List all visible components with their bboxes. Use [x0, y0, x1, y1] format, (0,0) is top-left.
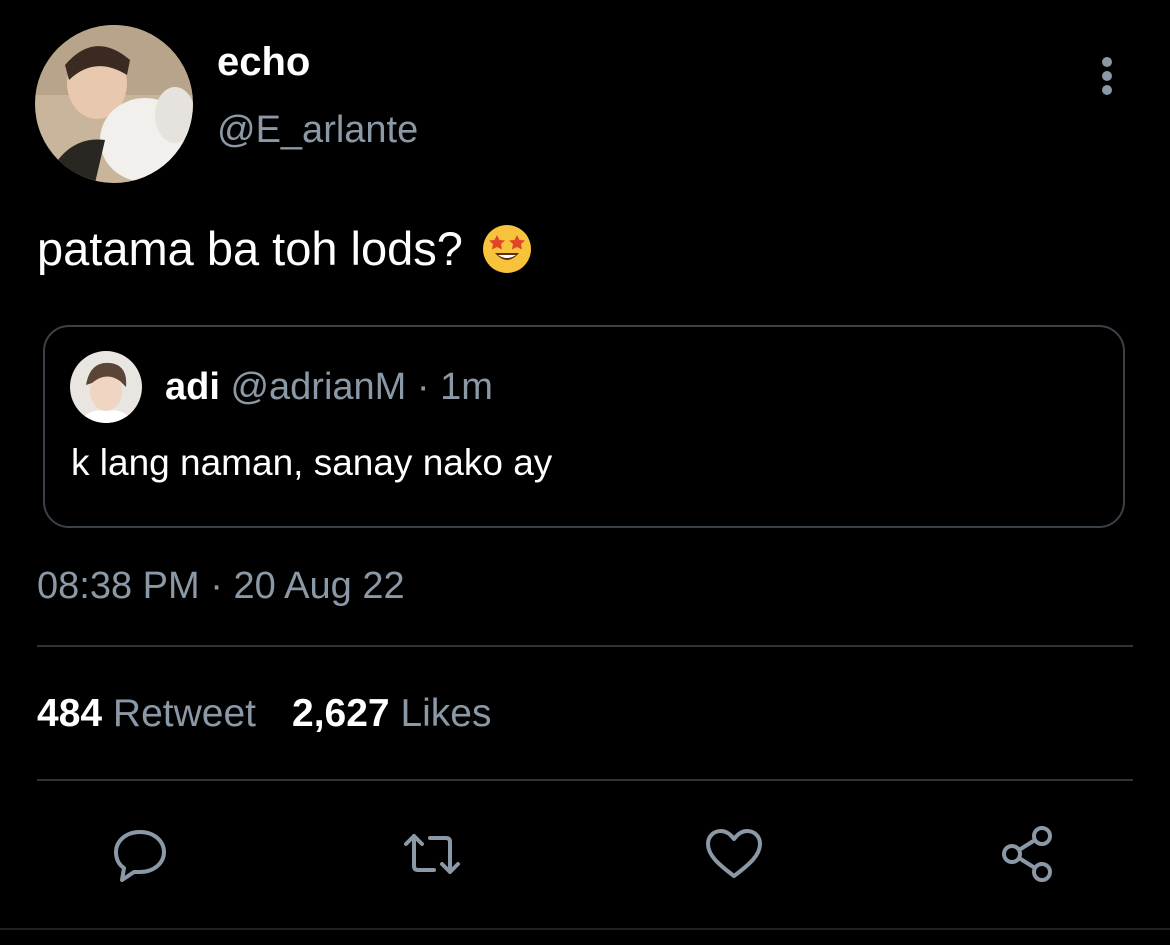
- reply-icon: [114, 830, 166, 882]
- quote-handle[interactable]: @adrianM: [230, 366, 406, 408]
- quote-avatar-image: [70, 351, 142, 423]
- heart-icon: [706, 829, 762, 878]
- timestamp-separator: ·: [210, 565, 223, 607]
- retweet-count: 484: [37, 692, 103, 735]
- quoted-tweet-card[interactable]: adi @adrianM · 1m k lang naman, sanay na…: [43, 325, 1125, 528]
- author-handle[interactable]: @E_arlante: [217, 107, 418, 153]
- tweet-body: patama ba toh lods?: [37, 220, 533, 278]
- likes-count: 2,627: [292, 692, 390, 735]
- tweet-timestamp: 08:38 PM · 20 Aug 22: [37, 563, 405, 609]
- quote-display-name[interactable]: adi: [165, 366, 220, 408]
- retweet-button[interactable]: [400, 822, 464, 886]
- retweet-icon: [404, 834, 460, 874]
- divider: [37, 645, 1133, 647]
- quote-author-avatar[interactable]: [70, 351, 142, 423]
- divider: [37, 779, 1133, 781]
- likes-label: Likes: [400, 692, 492, 735]
- share-button[interactable]: [996, 822, 1060, 886]
- quote-time: 1m: [440, 366, 493, 408]
- quote-text: k lang naman, sanay nako ay: [71, 442, 553, 483]
- author-display-name[interactable]: echo: [217, 38, 310, 86]
- timestamp-time: 08:38 PM: [37, 565, 200, 607]
- more-options-button[interactable]: [1090, 55, 1124, 97]
- author-avatar[interactable]: [35, 25, 193, 183]
- quote-header: adi @adrianM · 1m: [165, 365, 493, 409]
- author-avatar-image: [35, 25, 193, 183]
- more-vertical-icon: [1102, 57, 1112, 95]
- share-icon: [1002, 826, 1052, 882]
- reply-button[interactable]: [108, 822, 172, 886]
- quote-separator: ·: [416, 366, 430, 408]
- timestamp-date: 20 Aug 22: [233, 565, 405, 607]
- like-button[interactable]: [702, 822, 766, 886]
- divider: [0, 928, 1170, 930]
- likes-stat[interactable]: 2,627 Likes: [292, 692, 492, 735]
- retweet-stat[interactable]: 484 Retweet: [37, 692, 256, 735]
- star-struck-emoji-icon: [481, 223, 533, 275]
- retweet-label: Retweet: [112, 692, 256, 735]
- tweet-stats: 484 Retweet 2,627 Likes: [37, 691, 492, 737]
- tweet-text: patama ba toh lods?: [37, 222, 463, 275]
